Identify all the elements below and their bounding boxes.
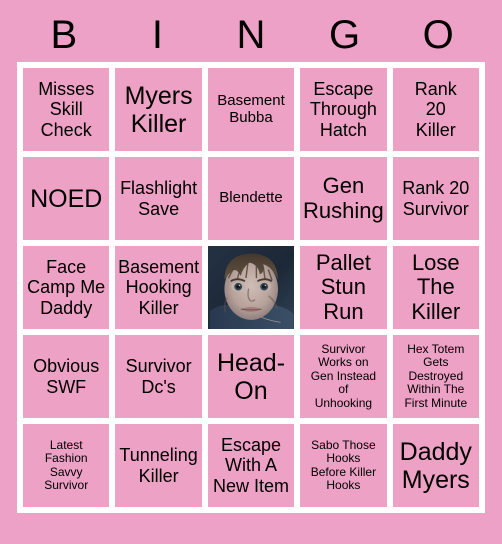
header-letter-o: O <box>422 13 454 57</box>
bingo-cell-n3[interactable] <box>207 246 295 329</box>
bingo-cell-label: Rank 20 Survivor <box>402 178 470 219</box>
bingo-cell-b3[interactable]: Face Camp Me Daddy <box>23 246 110 329</box>
bingo-grid: Misses Skill Check Myers Killer Basement B… <box>17 62 485 513</box>
header-letter-n: N <box>236 13 266 57</box>
header-letter-g: G <box>329 13 361 57</box>
bingo-cell-label: Misses Skill Check <box>38 79 95 140</box>
bingo-cell-label: Daddy Myers <box>399 437 472 494</box>
bingo-cell-o5[interactable]: Daddy Myers <box>392 424 479 507</box>
bingo-cell-label: Face Camp Me Daddy <box>27 257 106 318</box>
bingo-cell-o2[interactable]: Rank 20 Survivor <box>392 157 479 240</box>
bingo-cell-label: Survivor Dc's <box>125 356 192 397</box>
bingo-cell-label: Hex Totem Gets Destroyed Within The Firs… <box>404 341 468 410</box>
bingo-cell-b4[interactable]: Obvious SWF <box>23 335 110 418</box>
bingo-cell-label: Pallet Stun Run <box>315 249 371 324</box>
bingo-cell-g2[interactable]: Gen Rushing <box>300 157 387 240</box>
bingo-cell-i5[interactable]: Tunneling Killer <box>115 424 202 507</box>
bingo-cell-label: NOED <box>30 184 103 213</box>
bingo-cell-i2[interactable]: Flashlight Save <box>115 157 202 240</box>
bingo-cell-label: Head- On <box>216 348 286 405</box>
bingo-cell-b2[interactable]: NOED <box>23 157 110 240</box>
bingo-cell-g3[interactable]: Pallet Stun Run <box>300 246 387 329</box>
bingo-cell-label: Sabo Those Hooks Before Killer Hooks <box>310 437 377 492</box>
bingo-cell-label: Myers Killer <box>124 81 193 138</box>
bingo-cell-label: Basement Hooking Killer <box>118 257 200 318</box>
bingo-cell-b5[interactable]: Latest Fashion Savvy Survivor <box>23 424 110 507</box>
bingo-cell-g4[interactable]: Survivor Works on Gen Instead of Unhooki… <box>300 335 387 418</box>
bingo-cell-o1[interactable]: Rank 20 Killer <box>392 68 479 151</box>
bingo-cell-o4[interactable]: Hex Totem Gets Destroyed Within The Firs… <box>392 335 479 418</box>
michael-myers-face-photo <box>207 246 295 329</box>
bingo-cell-b1[interactable]: Misses Skill Check <box>23 68 110 151</box>
bingo-cell-label: Obvious SWF <box>33 356 100 397</box>
bingo-cell-label: Blendette <box>219 189 283 207</box>
bingo-cell-label: Flashlight Save <box>120 178 198 219</box>
bingo-cell-o3[interactable]: Lose The Killer <box>392 246 479 329</box>
bingo-cell-n1[interactable]: Basement Bubba <box>207 68 295 151</box>
bingo-cell-i1[interactable]: Myers Killer <box>115 68 202 151</box>
bingo-cell-label: Latest Fashion Savvy Survivor <box>44 437 89 492</box>
bingo-cell-g1[interactable]: Escape Through Hatch <box>300 68 387 151</box>
bingo-cell-i4[interactable]: Survivor Dc's <box>115 335 202 418</box>
bingo-cell-label: Tunneling Killer <box>119 445 198 486</box>
bingo-cell-label: Gen Rushing <box>303 172 384 223</box>
bingo-card: B I N G O Misses Skill Check Myers Killer… <box>0 0 502 544</box>
bingo-header: B I N G O <box>17 8 485 62</box>
bingo-cell-i3[interactable]: Basement Hooking Killer <box>115 246 202 329</box>
bingo-cell-n4[interactable]: Head- On <box>207 335 295 418</box>
bingo-cell-label: Lose The Killer <box>411 249 461 324</box>
bingo-cell-n2[interactable]: Blendette <box>207 157 295 240</box>
bingo-cell-label: Survivor Works on Gen Instead of Unhooki… <box>310 341 377 410</box>
header-letter-i: I <box>151 13 163 57</box>
bingo-cell-label: Rank 20 Killer <box>414 79 457 140</box>
bingo-cell-n5[interactable]: Escape With A New Item <box>207 424 295 507</box>
bingo-cell-label: Basement Bubba <box>217 91 285 126</box>
bingo-cell-label: Escape With A New Item <box>212 435 289 496</box>
bingo-cell-g5[interactable]: Sabo Those Hooks Before Killer Hooks <box>300 424 387 507</box>
bingo-cell-label: Escape Through Hatch <box>309 79 377 140</box>
header-letter-b: B <box>50 13 78 57</box>
